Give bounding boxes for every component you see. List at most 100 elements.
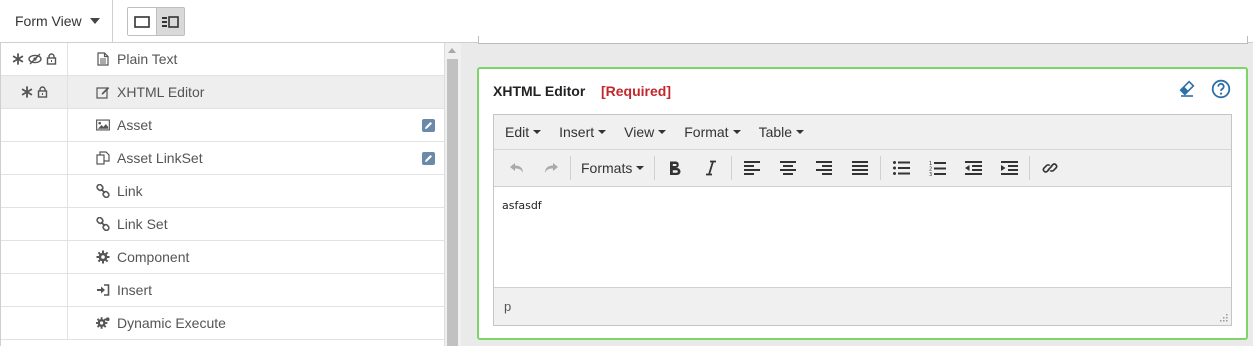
bold-icon [670,161,681,175]
edit-pencil-button[interactable] [422,119,435,132]
toolbar-separator [880,156,882,180]
form-view-dropdown[interactable]: Form View [0,0,113,42]
rich-text-editor: Edit Insert View Format Table Formats 1 … [493,114,1232,326]
edit-document-icon [96,85,110,99]
field-row-dynamic-execute[interactable]: Dynamic Execute [1,307,444,340]
editor-menubar: Edit Insert View Format Table [494,115,1231,149]
caret-down-icon [658,130,667,134]
field-label: Link Set [117,216,168,232]
align-right-button[interactable] [806,153,842,183]
eraser-button[interactable] [1177,79,1197,99]
align-left-button[interactable] [734,153,770,183]
field-flags [1,142,68,174]
lock-icon [46,53,56,65]
document-icon [96,52,110,66]
indent-icon [1000,161,1018,175]
field-row-link[interactable]: Link [1,175,444,208]
formats-dropdown[interactable]: Formats [573,153,652,183]
eraser-icon [1179,80,1195,97]
align-justify-button[interactable] [842,153,878,183]
field-row-plain-text[interactable]: Plain Text [1,43,444,76]
toolbar-separator [731,156,733,180]
menu-format[interactable]: Format [675,124,749,140]
field-label: Plain Text [117,51,178,67]
toolbar-separator [654,156,656,180]
edit-pencil-button[interactable] [422,152,435,165]
outdent-button[interactable] [955,153,991,183]
field-row-link-set[interactable]: Link Set [1,208,444,241]
numbered-list-button[interactable]: 123 [919,153,955,183]
form-view-label: Form View [15,13,82,29]
image-icon [96,118,110,132]
element-path[interactable]: p [504,299,511,314]
editor-content-area[interactable]: asfasdf [494,186,1231,288]
chain-link-icon [96,217,110,231]
field-flags [1,76,68,108]
editor-content-text: asfasdf [502,199,542,212]
align-right-icon [816,161,833,175]
menu-view[interactable]: View [615,124,675,140]
field-flags [1,241,68,273]
lock-icon [37,86,47,98]
copy-icon [96,151,110,165]
menu-label: Table [758,124,793,140]
field-flags [1,43,68,75]
menu-label: Insert [559,124,595,140]
pencil-icon [425,155,432,162]
align-center-icon [780,161,797,175]
toolbar-separator [1029,156,1031,180]
align-center-button[interactable] [770,153,806,183]
redo-button[interactable] [534,153,568,183]
redo-icon [545,163,558,173]
svg-text:3: 3 [929,172,932,176]
field-row-asset[interactable]: Asset [1,109,444,142]
caret-down-icon [89,18,100,24]
caret-down-icon [598,130,607,134]
menu-insert[interactable]: Insert [550,124,615,140]
field-label: Asset LinkSet [117,150,203,166]
link-icon [1042,163,1058,173]
resize-grip-icon[interactable] [1218,312,1228,322]
field-row-insert[interactable]: Insert [1,274,444,307]
insert-link-button[interactable] [1032,153,1068,183]
field-label: Insert [117,282,153,298]
help-button[interactable] [1211,79,1231,99]
menu-edit[interactable]: Edit [496,124,550,140]
field-row-asset-linkset[interactable]: Asset LinkSet [1,142,444,175]
field-flags [1,208,68,240]
bold-button[interactable] [657,153,693,183]
previous-field-panel [478,36,1248,44]
scroll-up-arrow-icon[interactable] [448,48,456,53]
single-panel-view-button[interactable] [128,8,156,35]
indent-button[interactable] [991,153,1027,183]
split-panel-icon [162,15,180,28]
caret-down-icon [732,130,741,134]
panel-title: XHTML Editor [493,83,586,99]
split-panel-view-button[interactable] [155,8,184,35]
align-justify-icon [852,161,869,175]
pencil-icon [425,122,432,129]
field-row-component[interactable]: Component [1,241,444,274]
sign-in-icon [96,283,110,297]
undo-button[interactable] [500,153,534,183]
field-flags [1,307,68,339]
asterisk-icon [12,53,23,65]
menu-table[interactable]: Table [750,124,813,140]
question-circle-icon [1211,79,1231,99]
xhtml-editor-panel: XHTML Editor [Required] Edit Insert View… [477,67,1248,340]
field-label: XHTML Editor [117,84,205,100]
italic-button[interactable] [693,153,729,183]
field-label: Asset [117,117,153,133]
field-flags [1,109,68,141]
field-label: Component [117,249,190,265]
italic-icon [706,160,717,176]
required-label: [Required] [601,83,671,99]
view-toggle-group [127,7,185,36]
bullet-list-button[interactable] [883,153,919,183]
menu-label: Edit [505,124,530,140]
outdent-icon [964,161,982,175]
scrollbar-thumb[interactable] [447,59,458,346]
caret-down-icon [636,166,645,170]
field-row-xhtml-editor[interactable]: XHTML Editor [1,76,444,109]
eye-slash-icon [27,53,42,65]
